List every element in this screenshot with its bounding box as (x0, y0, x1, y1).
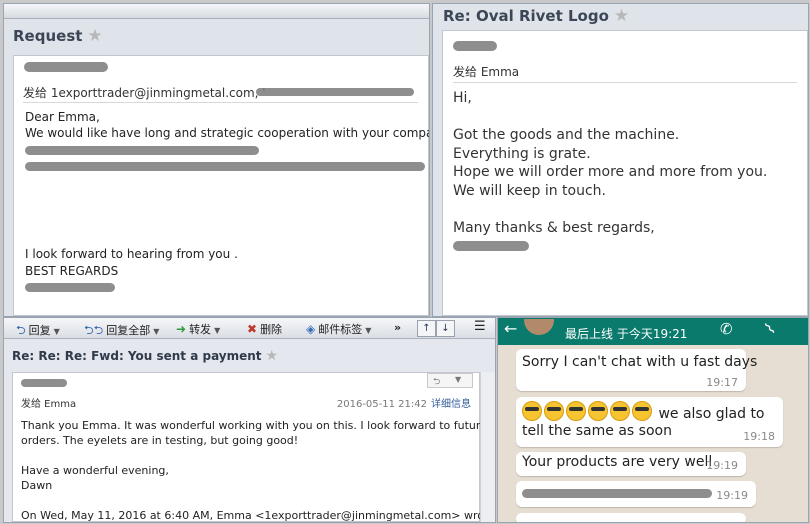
email-subject: Re: Re: Re: Fwd: You sent a payment ★ (12, 348, 279, 364)
sunglasses-emoji-icon (632, 401, 652, 421)
chevron-down-icon: ▼ (53, 327, 60, 336)
reply-icon: ⮌ (16, 323, 26, 337)
email-subject: Request ★ (13, 26, 103, 46)
delete-icon: ✖ (247, 322, 258, 336)
redacted-signature (453, 241, 529, 251)
chevron-down-icon: ▼ (153, 327, 160, 336)
reply-all-button[interactable]: ⮌⮌ 回复全部 ▼ (84, 321, 159, 342)
recipient-line: 发给 1exporttrader@jinmingmetal.com, ' (23, 86, 266, 100)
chevron-down-icon: ▼ (455, 375, 462, 384)
redacted-sender (453, 41, 497, 51)
down-arrow-icon[interactable]: ↓ (436, 320, 455, 337)
chat-message: we also glad to tell the same as soon 19… (516, 397, 783, 447)
email-card: 发给 1exporttrader@jinmingmetal.com, ' Dea… (13, 55, 429, 316)
paperclip-icon[interactable]: ⌇ (761, 319, 779, 339)
chat-message: Sorry I can't chat with u fast days 19:1… (516, 349, 757, 391)
star-icon[interactable]: ★ (87, 26, 102, 46)
divider (453, 82, 797, 83)
reply-all-icon: ⮌⮌ (84, 323, 104, 337)
forward-button[interactable]: ➜ 转发 ▼ (176, 321, 220, 337)
email-panel-oval-rivet: Re: Oval Rivet Logo ★ 发给 Emma Hi, Got the… (432, 3, 809, 317)
chat-panel: ← 最后上线 于今天19:21 ✆ ⌇ Sorry I can't chat w… (497, 317, 809, 523)
last-seen-status: 最后上线 于今天19:21 (565, 327, 688, 341)
email-closing: I look forward to hearing from you . BEST… (25, 247, 238, 278)
mail-toolbar: ⮌ 回复 ▼ ⮌⮌ 回复全部 ▼ ➜ 转发 ▼ ✖ 删除 ◈ 邮件标签 ▼ » ↑ ↓ ☰ (4, 318, 495, 339)
chat-message (516, 513, 746, 522)
email-date: 2016-05-11 21:42 详细信息 (336, 399, 471, 410)
chevron-down-icon: ▼ (365, 326, 372, 335)
up-arrow-icon[interactable]: ↑ (417, 320, 436, 337)
reply-icon: ⮌ (433, 377, 441, 387)
email-card: ⮌ ▼ 发给 Emma 2016-05-11 21:42 详细信息 Thank yo… (12, 372, 495, 522)
back-arrow-icon[interactable]: ← (504, 319, 517, 338)
reply-button[interactable]: ⮌ 回复 ▼ (16, 321, 60, 342)
tag-icon: ◈ (306, 322, 316, 336)
delete-button[interactable]: ✖ 删除 (247, 321, 282, 337)
tag-button[interactable]: ◈ 邮件标签 ▼ (306, 321, 371, 337)
more-button[interactable]: » (394, 321, 401, 334)
menu-icon[interactable]: ☰ (474, 319, 486, 334)
chat-message: Your products are very well 19:19 (516, 452, 746, 476)
phone-icon[interactable]: ✆ (720, 320, 733, 338)
sunglasses-emoji-icon (522, 401, 542, 421)
avatar[interactable] (524, 319, 554, 335)
redacted-sender (21, 379, 67, 387)
redacted-text (522, 489, 712, 498)
sunglasses-emoji-icon (610, 401, 630, 421)
recipient-line: 发给 Emma (453, 65, 520, 79)
email-card: 发给 Emma Hi, Got the goods and the machin… (442, 30, 808, 316)
sunglasses-emoji-icon (588, 401, 608, 421)
redacted-text (25, 162, 425, 171)
window-header-bar (4, 4, 429, 19)
star-icon[interactable]: ★ (614, 6, 629, 26)
sunglasses-emoji-icon (566, 401, 586, 421)
recipient-line: 发给 Emma (21, 399, 77, 410)
reply-dropdown-button[interactable]: ⮌ ▼ (427, 373, 473, 388)
sunglasses-emoji-icon (544, 401, 564, 421)
details-link[interactable]: 详细信息 (431, 399, 471, 410)
email-panel-request: Request ★ 发给 1exporttrader@jinmingmetal.c… (3, 3, 430, 317)
email-body: Hi, Got the goods and the machine. Every… (453, 90, 768, 236)
redacted-recipients (256, 88, 414, 96)
chevron-down-icon: ▼ (214, 326, 221, 335)
redacted-signature (25, 283, 115, 292)
email-body: Thank you Emma. It was wonderful working… (21, 419, 495, 522)
forward-icon: ➜ (176, 322, 187, 336)
divider (23, 102, 418, 103)
email-panel-payment: ⮌ 回复 ▼ ⮌⮌ 回复全部 ▼ ➜ 转发 ▼ ✖ 删除 ◈ 邮件标签 ▼ » ↑ ↓ ☰ Re:… (3, 317, 496, 523)
chat-message: 19:19 (516, 481, 756, 507)
redacted-text (25, 146, 259, 155)
email-subject: Re: Oval Rivet Logo ★ (443, 6, 630, 26)
star-icon[interactable]: ★ (266, 348, 279, 364)
chat-header: ← 最后上线 于今天19:21 ✆ ⌇ (498, 318, 808, 345)
email-body: Dear Emma, We would like have long and st… (25, 110, 430, 140)
scrollbar[interactable] (480, 372, 495, 522)
redacted-sender (24, 62, 108, 72)
